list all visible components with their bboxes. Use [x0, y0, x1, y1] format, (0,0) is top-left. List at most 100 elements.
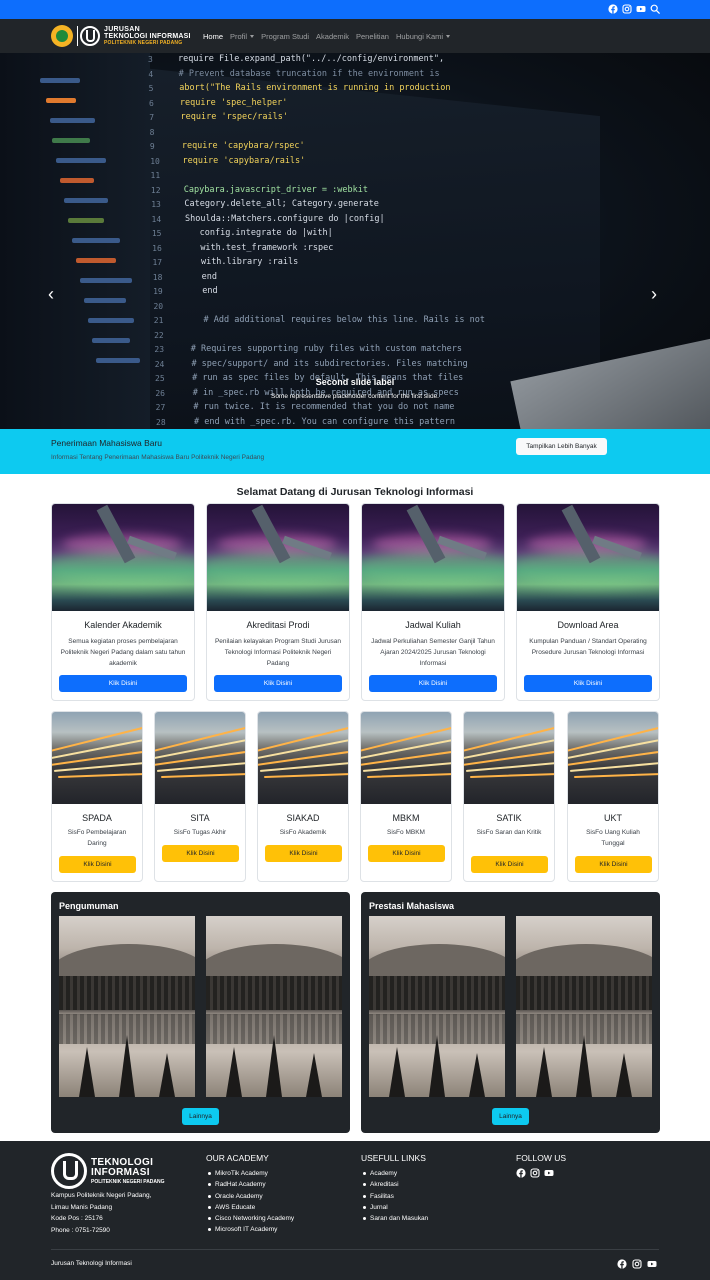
card-body: Kalender Akademik Semua kegiatan proses p… [52, 620, 194, 669]
code-line-number: 19 [153, 287, 163, 296]
ti-logo-icon [51, 1153, 87, 1189]
academy-link[interactable]: RadHat Academy [206, 1179, 294, 1190]
card-button[interactable]: Klik Disini [471, 856, 548, 873]
card-title: SIAKAD [286, 813, 320, 823]
footer-links-column: USEFULL LINKS Academy Akreditasi Fasilit… [361, 1153, 428, 1224]
announcement-image-1[interactable] [59, 916, 195, 1097]
pnp-emblem-icon [51, 25, 73, 47]
info-card: Kalender Akademik Semua kegiatan proses p… [51, 503, 195, 701]
card-button[interactable]: Klik Disini [265, 845, 342, 862]
code-line-text: require File.expand_path("../../config/e… [178, 54, 445, 64]
code-line-text: # Requires supporting ruby files with cu… [190, 344, 463, 354]
footer-logo-line-3: POLITEKNIK NEGERI PADANG [91, 1178, 165, 1185]
card-description: Semua kegiatan proses pembelajaran Polit… [60, 638, 186, 667]
youtube-icon[interactable] [636, 4, 646, 14]
show-more-button[interactable]: Tampilkan Lebih Banyak [516, 438, 607, 455]
info-card: Akreditasi Prodi Penilaian kelayakan Prog… [206, 503, 350, 701]
admission-title: Penerimaan Mahasiswa Baru [51, 438, 163, 448]
useful-link[interactable]: Academy [361, 1168, 428, 1179]
footer-divider [51, 1249, 659, 1250]
instagram-icon[interactable] [632, 1259, 642, 1269]
card-button[interactable]: Klik Disini [59, 856, 136, 873]
card-title: Kalender Akademik [84, 620, 162, 630]
footer-copyright: Jurusan Teknologi Informasi [51, 1260, 132, 1267]
useful-link[interactable]: Fasilitas [361, 1191, 428, 1202]
instagram-icon[interactable] [622, 4, 632, 14]
announcement-image-2[interactable] [206, 916, 342, 1097]
academy-link[interactable]: Microsoft IT Academy [206, 1224, 294, 1235]
code-line-number: 13 [151, 200, 161, 209]
nav-item-profil[interactable]: Profil [230, 32, 254, 41]
useful-link[interactable]: Jurnal [361, 1202, 428, 1213]
academy-link[interactable]: MikroTik Academy [206, 1168, 294, 1179]
code-line-number: 23 [154, 345, 165, 354]
achievement-more-button[interactable]: Lainnya [492, 1108, 529, 1125]
card-body: Download Area Kumpulan Panduan / Standart… [517, 620, 659, 658]
card-button[interactable]: Klik Disini [575, 856, 652, 873]
welcome-heading: Selamat Datang di Jurusan Teknologi Info… [236, 486, 474, 498]
instagram-icon[interactable] [530, 1168, 540, 1178]
info-card: Jadwal Kuliah Jadwal Perkuliahan Semester… [361, 503, 505, 701]
card-image [568, 712, 658, 804]
top-social-bar [0, 0, 710, 19]
announcement-more-button[interactable]: Lainnya [182, 1108, 219, 1125]
card-button[interactable]: Klik Disini [59, 675, 187, 692]
facebook-icon[interactable] [516, 1168, 526, 1178]
card-button[interactable]: Klik Disini [369, 675, 497, 692]
card-description: SisFo Pembelajaran Daring [67, 829, 127, 847]
footer-academy-list: MikroTik Academy RadHat Academy Oracle A… [206, 1168, 294, 1236]
academy-link[interactable]: AWS Educate [206, 1202, 294, 1213]
sisfo-card: SATIK SisFo Saran dan Kritik Klik Disini [463, 711, 555, 882]
code-line-text: Shoulda::Matchers.configure do |config| [185, 213, 385, 224]
facebook-icon[interactable] [608, 4, 618, 14]
code-line-number: 4 [148, 69, 154, 79]
main-navbar: JURUSAN TEKNOLOGI INFORMASI POLITEKNIK N… [0, 19, 710, 53]
achievement-image-1[interactable] [369, 916, 505, 1097]
achievement-image-2[interactable] [516, 916, 652, 1097]
nav-item-penelitian[interactable]: Penelitian [356, 32, 389, 41]
academy-link[interactable]: Oracle Academy [206, 1191, 294, 1202]
carousel-next-icon[interactable]: › [651, 285, 663, 303]
nav-item-hubungi-kami[interactable]: Hubungi Kami [396, 32, 450, 41]
brand-logo[interactable]: JURUSAN TEKNOLOGI INFORMASI POLITEKNIK N… [51, 24, 191, 48]
footer-logo-line-2: INFORMASI [91, 1166, 150, 1178]
facebook-icon[interactable] [617, 1259, 627, 1269]
useful-link[interactable]: Saran dan Masukan [361, 1213, 428, 1224]
code-line-text: require 'capybara/rails' [182, 155, 306, 166]
card-body: MBKM SisFo MBKM [361, 813, 451, 838]
code-line-text: with.library :rails [200, 257, 299, 267]
nav-item-akademik[interactable]: Akademik [316, 32, 349, 41]
nav-item-program-studi[interactable]: Program Studi [261, 32, 309, 41]
search-icon[interactable] [650, 4, 660, 14]
code-line-text: config.integrate do |with| [199, 228, 333, 238]
card-title: Akreditasi Prodi [246, 620, 310, 630]
card-button[interactable]: Klik Disini [524, 675, 652, 692]
card-button[interactable]: Klik Disini [368, 845, 445, 862]
brand-line-3: POLITEKNIK NEGERI PADANG [104, 40, 183, 46]
useful-link[interactable]: Akreditasi [361, 1179, 428, 1190]
admission-subtitle: Informasi Tentang Penerimaan Mahasiswa B… [51, 454, 265, 461]
card-button[interactable]: Klik Disini [162, 845, 239, 862]
code-line-number: 10 [150, 156, 160, 166]
footer-logo: TEKNOLOGI INFORMASI POLITEKNIK NEGERI PA… [51, 1153, 165, 1189]
code-line-number: 6 [148, 98, 154, 108]
card-image [362, 504, 504, 611]
card-body: SATIK SisFo Saran dan Kritik [464, 813, 554, 838]
card-button[interactable]: Klik Disini [214, 675, 342, 692]
info-card: Download Area Kumpulan Panduan / Standart… [516, 503, 660, 701]
youtube-icon[interactable] [544, 1168, 554, 1178]
nav-menu: Home Profil Program Studi Akademik Penel… [203, 32, 450, 41]
hero-carousel: 3 require File.expand_path("../../config/… [0, 53, 710, 429]
card-description: SisFo Saran dan Kritik [476, 829, 542, 836]
academy-link[interactable]: Cisco Networking Academy [206, 1213, 294, 1224]
footer-academy-title: OUR ACADEMY [206, 1153, 269, 1163]
card-body: UKT SisFo Uang Kuliah Tunggal [568, 813, 658, 849]
carousel-caption: Second slide label Some representative p… [0, 377, 710, 400]
carousel-prev-icon[interactable]: ‹ [48, 285, 60, 303]
footer-academy-column: OUR ACADEMY MikroTik Academy RadHat Acad… [206, 1153, 294, 1236]
youtube-icon[interactable] [647, 1259, 657, 1269]
card-body: SIAKAD SisFo Akademik [258, 813, 348, 838]
nav-item-home[interactable]: Home [203, 32, 223, 41]
footer-links-title: USEFULL LINKS [361, 1153, 426, 1163]
code-line-text: # end with _spec.rb. You can configure t… [194, 416, 455, 427]
